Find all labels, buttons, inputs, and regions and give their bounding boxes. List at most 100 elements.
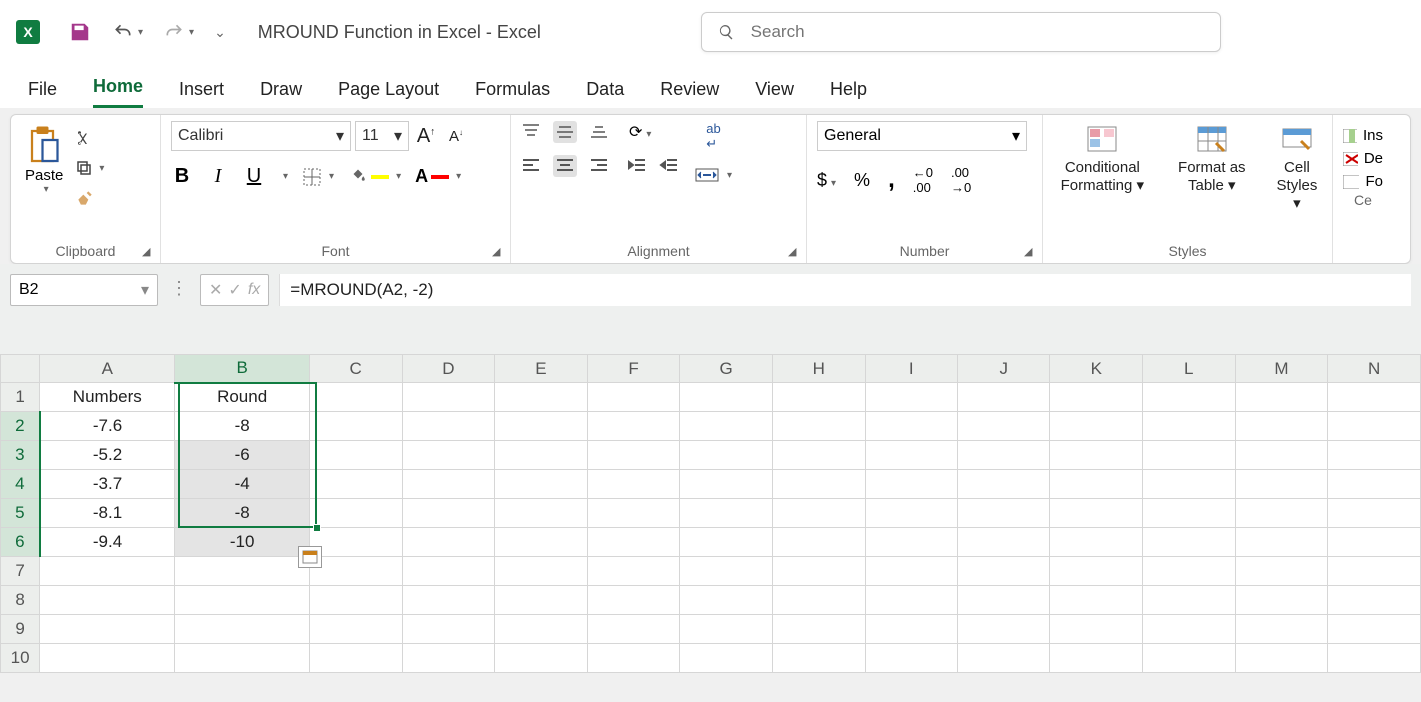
cell-K2[interactable] xyxy=(1050,412,1143,441)
row-header-2[interactable]: 2 xyxy=(1,412,40,441)
cell-J4[interactable] xyxy=(957,470,1049,499)
col-header-E[interactable]: E xyxy=(495,355,588,383)
cell-K4[interactable] xyxy=(1050,470,1143,499)
cell-C7[interactable] xyxy=(309,557,402,586)
cell-E9[interactable] xyxy=(495,615,588,644)
cell-M6[interactable] xyxy=(1235,528,1328,557)
cell-E3[interactable] xyxy=(495,441,588,470)
autofill-options-button[interactable] xyxy=(298,546,322,568)
cell-J9[interactable] xyxy=(957,615,1049,644)
cell-C9[interactable] xyxy=(309,615,402,644)
cell-M1[interactable] xyxy=(1235,383,1328,412)
col-header-C[interactable]: C xyxy=(309,355,402,383)
cell-H5[interactable] xyxy=(772,499,865,528)
insert-cells-button[interactable]: Ins xyxy=(1343,127,1383,144)
cell-K8[interactable] xyxy=(1050,586,1143,615)
cell-D7[interactable] xyxy=(402,557,495,586)
cell-N8[interactable] xyxy=(1328,586,1421,615)
underline-button[interactable]: U xyxy=(243,165,265,188)
percent-format-button[interactable]: % xyxy=(854,170,870,191)
cell-M5[interactable] xyxy=(1235,499,1328,528)
cell-G4[interactable] xyxy=(680,470,773,499)
cell-F3[interactable] xyxy=(587,441,680,470)
cell-M3[interactable] xyxy=(1235,441,1328,470)
col-header-N[interactable]: N xyxy=(1328,355,1421,383)
cell-E8[interactable] xyxy=(495,586,588,615)
cell-B8[interactable] xyxy=(175,586,309,615)
cell-E2[interactable] xyxy=(495,412,588,441)
cell-L2[interactable] xyxy=(1143,412,1236,441)
cell-C4[interactable] xyxy=(309,470,402,499)
cell-F1[interactable] xyxy=(587,383,680,412)
font-color-button[interactable]: A▾ xyxy=(415,166,461,187)
cell-D2[interactable] xyxy=(402,412,495,441)
fill-handle[interactable] xyxy=(313,524,321,532)
cell-J2[interactable] xyxy=(957,412,1049,441)
cell-J1[interactable] xyxy=(957,383,1049,412)
row-header-9[interactable]: 9 xyxy=(1,615,40,644)
cell-C10[interactable] xyxy=(309,644,402,673)
cell-A7[interactable] xyxy=(40,557,175,586)
increase-indent-button[interactable] xyxy=(659,157,679,175)
cell-E6[interactable] xyxy=(495,528,588,557)
decrease-decimal-button[interactable]: .00→0 xyxy=(951,165,971,195)
col-header-M[interactable]: M xyxy=(1235,355,1328,383)
cell-H4[interactable] xyxy=(772,470,865,499)
cell-B1[interactable]: Round xyxy=(175,383,309,412)
format-cells-button[interactable]: Fo xyxy=(1343,173,1383,190)
cell-H10[interactable] xyxy=(772,644,865,673)
redo-button[interactable]: ▾ xyxy=(163,22,194,42)
cell-K1[interactable] xyxy=(1050,383,1143,412)
cell-E10[interactable] xyxy=(495,644,588,673)
bottom-align-button[interactable] xyxy=(589,123,609,141)
cell-B10[interactable] xyxy=(175,644,309,673)
cell-G3[interactable] xyxy=(680,441,773,470)
font-size-select[interactable]: 11▾ xyxy=(355,121,409,151)
cell-J5[interactable] xyxy=(957,499,1049,528)
cell-styles-button[interactable]: Cell Styles ▾ xyxy=(1272,125,1322,213)
cell-J8[interactable] xyxy=(957,586,1049,615)
cell-M10[interactable] xyxy=(1235,644,1328,673)
cell-I1[interactable] xyxy=(865,383,957,412)
borders-button[interactable]: ▾ xyxy=(302,167,334,187)
col-header-K[interactable]: K xyxy=(1050,355,1143,383)
center-align-button[interactable] xyxy=(553,155,577,177)
cell-B7[interactable] xyxy=(175,557,309,586)
tab-review[interactable]: Review xyxy=(660,79,719,108)
tab-view[interactable]: View xyxy=(755,79,794,108)
cell-H1[interactable] xyxy=(772,383,865,412)
decrease-indent-button[interactable] xyxy=(627,157,647,175)
cell-G5[interactable] xyxy=(680,499,773,528)
clipboard-dialog-launcher[interactable]: ◢ xyxy=(142,245,156,259)
number-format-select[interactable]: General▾ xyxy=(817,121,1027,151)
cell-I6[interactable] xyxy=(865,528,957,557)
cell-J10[interactable] xyxy=(957,644,1049,673)
cell-J3[interactable] xyxy=(957,441,1049,470)
chevron-down-icon[interactable]: ▾ xyxy=(283,171,288,182)
cell-K7[interactable] xyxy=(1050,557,1143,586)
cell-C5[interactable] xyxy=(309,499,402,528)
cell-I4[interactable] xyxy=(865,470,957,499)
cell-B6[interactable]: -10 xyxy=(175,528,309,557)
tab-page-layout[interactable]: Page Layout xyxy=(338,79,439,108)
cell-L9[interactable] xyxy=(1143,615,1236,644)
excel-app-icon[interactable]: X xyxy=(16,20,40,44)
cell-M8[interactable] xyxy=(1235,586,1328,615)
col-header-J[interactable]: J xyxy=(957,355,1049,383)
cell-F10[interactable] xyxy=(587,644,680,673)
top-align-button[interactable] xyxy=(521,123,541,141)
worksheet-grid[interactable]: ABCDEFGHIJKLMN1NumbersRound2-7.6-83-5.2-… xyxy=(0,354,1421,673)
chevron-down-icon[interactable]: ▾ xyxy=(138,27,143,38)
cell-L10[interactable] xyxy=(1143,644,1236,673)
cell-E7[interactable] xyxy=(495,557,588,586)
cell-N6[interactable] xyxy=(1328,528,1421,557)
chevron-down-icon[interactable]: ▾ xyxy=(44,184,49,195)
tab-draw[interactable]: Draw xyxy=(260,79,302,108)
cell-G8[interactable] xyxy=(680,586,773,615)
cell-A10[interactable] xyxy=(40,644,175,673)
cell-A3[interactable]: -5.2 xyxy=(40,441,175,470)
tab-home[interactable]: Home xyxy=(93,76,143,108)
cell-G7[interactable] xyxy=(680,557,773,586)
font-name-select[interactable]: Calibri▾ xyxy=(171,121,351,151)
tab-formulas[interactable]: Formulas xyxy=(475,79,550,108)
